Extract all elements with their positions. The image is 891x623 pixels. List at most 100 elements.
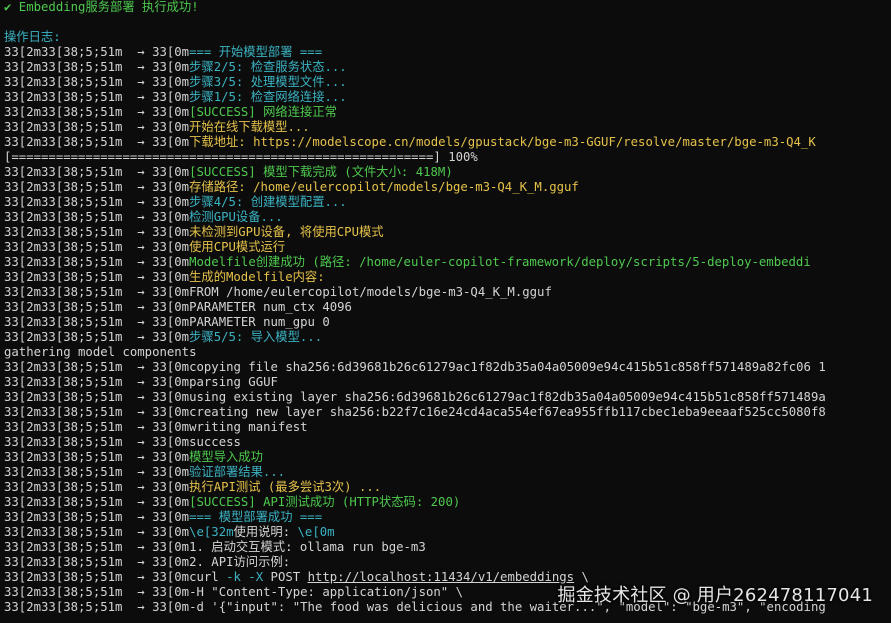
terminal-line: 33[2m33[38;5;51m → 33[0mcopying file sha… [4, 360, 891, 375]
terminal-line: 33[2m33[38;5;51m → 33[0m检测GPU设备... [4, 210, 891, 225]
terminal-line: 33[2m33[38;5;51m → 33[0m[SUCCESS] 网络连接正常 [4, 105, 891, 120]
terminal-text: 33[2m33[38;5;51m → 33[0mPARAMETER num_gp… [4, 315, 330, 329]
terminal-text: 33[2m33[38;5;51m → 33[0m [4, 225, 190, 239]
terminal-line: 33[2m33[38;5;51m → 33[0m=== 开始模型部署 === [4, 45, 891, 60]
terminal-line: 33[2m33[38;5;51m → 33[0m执行API测试 (最多尝试3次)… [4, 480, 891, 495]
terminal-line: 33[2m33[38;5;51m → 33[0m[SUCCESS] API测试成… [4, 495, 891, 510]
terminal-text: === 模型部署成功 === [189, 510, 323, 524]
terminal-text: 33[2m33[38;5;51m → 33[0msuccess [4, 435, 241, 449]
terminal-text: 存储路径: /home/eulercopilot/models/bge-m3-Q… [189, 180, 579, 194]
terminal-text: 33[2m33[38;5;51m → 33[0m [4, 75, 190, 89]
terminal-text: \e[0m [297, 525, 335, 539]
terminal-text: 33[2m33[38;5;51m → 33[0m [4, 120, 190, 134]
terminal-text: 33[2m33[38;5;51m → 33[0m-H "Content-Type… [4, 585, 464, 599]
terminal-text: 33[2m33[38;5;51m → 33[0mFROM /home/euler… [4, 285, 552, 299]
terminal-text: 33[2m33[38;5;51m → 33[0m [4, 450, 190, 464]
terminal-line: [=======================================… [4, 150, 891, 165]
terminal-text: Modelfile创建成功 (路径: /home/euler-copilot-f… [189, 255, 811, 269]
terminal-text: 33[2m33[38;5;51m → 33[0m [4, 210, 190, 224]
terminal-text: 33[2m33[38;5;51m → 33[0m [4, 465, 190, 479]
terminal-text: POST [263, 570, 308, 584]
terminal-line: 33[2m33[38;5;51m → 33[0m步骤2/5: 检查服务状态... [4, 60, 891, 75]
terminal-line: 33[2m33[38;5;51m → 33[0m存储路径: /home/eule… [4, 180, 891, 195]
terminal-text: 33[2m33[38;5;51m → 33[0m [4, 270, 190, 284]
terminal-line: 33[2m33[38;5;51m → 33[0m1. 启动交互模式: ollam… [4, 540, 891, 555]
terminal-text: 验证部署结果... [189, 465, 286, 479]
terminal-line: 33[2m33[38;5;51m → 33[0m生成的Modelfile内容: [4, 270, 891, 285]
terminal-text: 下载地址: https://modelscope.cn/models/gpust… [189, 135, 816, 149]
terminal-text: 33[2m33[38;5;51m → 33[0mcopying file sha… [4, 360, 826, 374]
terminal-text: 33[2m33[38;5;51m → 33[0m [4, 495, 190, 509]
terminal-line: 33[2m33[38;5;51m → 33[0mparsing GGUF [4, 375, 891, 390]
terminal-text: 33[2m33[38;5;51m → 33[0m [4, 195, 190, 209]
terminal-line: 33[2m33[38;5;51m → 33[0m模型导入成功 [4, 450, 891, 465]
terminal-text: 开始在线下载模型... [189, 120, 310, 134]
terminal-line: ✔ Embedding服务部署 执行成功! [4, 0, 891, 15]
terminal-text: 33[2m33[38;5;51m → 33[0m [4, 45, 190, 59]
terminal-line: 33[2m33[38;5;51m → 33[0m步骤3/5: 处理模型文件... [4, 75, 891, 90]
terminal-text: 33[2m33[38;5;51m → 33[0mPARAMETER num_ct… [4, 300, 352, 314]
terminal-text: 步骤3/5: 处理模型文件... [189, 75, 347, 89]
terminal-line: 33[2m33[38;5;51m → 33[0m使用CPU模式运行 [4, 240, 891, 255]
terminal-text: 33[2m33[38;5;51m → 33[0m [4, 525, 190, 539]
terminal-line: 33[2m33[38;5;51m → 33[0mFROM /home/euler… [4, 285, 891, 300]
terminal-line: 33[2m33[38;5;51m → 33[0m未检测到GPU设备, 将使用CP… [4, 225, 891, 240]
terminal-text: 33[2m33[38;5;51m → 33[0m [4, 180, 190, 194]
terminal-text: [SUCCESS] 网络连接正常 [189, 105, 337, 119]
terminal-line: 33[2m33[38;5;51m → 33[0mPARAMETER num_ct… [4, 300, 891, 315]
terminal-text: 33[2m33[38;5;51m → 33[0m [4, 60, 190, 74]
terminal-output[interactable]: ✔ Embedding服务部署 执行成功! 操作日志: 33[2m33[38;5;5… [4, 0, 891, 623]
terminal-text: 执行API测试 (最多尝试3次) ... [189, 480, 382, 494]
terminal-text: [SUCCESS] 模型下载完成 (文件大小: 418M) [189, 165, 453, 179]
terminal-line: 33[2m33[38;5;51m → 33[0mPARAMETER num_gp… [4, 315, 891, 330]
terminal-text: 33[2m33[38;5;51m → 33[0m [4, 330, 190, 344]
terminal-text: 33[2m33[38;5;51m → 33[0m [4, 255, 190, 269]
terminal-text: ✔ Embedding服务部署 执行成功! [4, 0, 199, 14]
terminal-text: 33[2m33[38;5;51m → 33[0mparsing GGUF [4, 375, 278, 389]
terminal-line: 33[2m33[38;5;51m → 33[0m\e[32m使用说明: \e[0… [4, 525, 891, 540]
terminal-text: 未检测到GPU设备, 将使用CPU模式 [189, 225, 384, 239]
terminal-line: 33[2m33[38;5;51m → 33[0m步骤1/5: 检查网络连接... [4, 90, 891, 105]
terminal-text: 33[2m33[38;5;51m → 33[0m [4, 90, 190, 104]
terminal-line: 33[2m33[38;5;51m → 33[0musing existing l… [4, 390, 891, 405]
terminal-line: 33[2m33[38;5;51m → 33[0m验证部署结果... [4, 465, 891, 480]
terminal-text: 33[2m33[38;5;51m → 33[0m [4, 105, 190, 119]
terminal-line: 33[2m33[38;5;51m → 33[0m[SUCCESS] 模型下载完成… [4, 165, 891, 180]
terminal-text: === 开始模型部署 === [189, 45, 323, 59]
terminal-text: 使用CPU模式运行 [189, 240, 286, 254]
terminal-line: 33[2m33[38;5;51m → 33[0m开始在线下载模型... [4, 120, 891, 135]
terminal-text: 33[2m33[38;5;51m → 33[0mcreating new lay… [4, 405, 826, 419]
terminal-line: 33[2m33[38;5;51m → 33[0m下载地址: https://mo… [4, 135, 891, 150]
terminal-text: 33[2m33[38;5;51m → 33[0musing existing l… [4, 390, 826, 404]
terminal-text: 步骤1/5: 检查网络连接... [189, 90, 347, 104]
terminal-link[interactable]: http://localhost:11434/v1/embeddings [308, 570, 575, 584]
terminal-line: 33[2m33[38;5;51m → 33[0mModelfile创建成功 (路… [4, 255, 891, 270]
terminal-text: 步骤5/5: 导入模型... [189, 330, 323, 344]
terminal-text: -k -X [226, 570, 264, 584]
terminal-text: gathering model components [4, 345, 197, 359]
terminal-text: 检测GPU设备... [189, 210, 283, 224]
terminal-text: 生成的Modelfile内容: [189, 270, 325, 284]
terminal-text: [=======================================… [4, 150, 478, 164]
terminal-text: 使用说明: [233, 525, 298, 539]
terminal-line: 33[2m33[38;5;51m → 33[0msuccess [4, 435, 891, 450]
watermark-text: 掘金技术社区 @ 用户262478117041 [557, 585, 873, 606]
terminal-line: 33[2m33[38;5;51m → 33[0m2. API访问示例: [4, 555, 891, 570]
terminal-line: 33[2m33[38;5;51m → 33[0m=== 模型部署成功 === [4, 510, 891, 525]
terminal-line: 33[2m33[38;5;51m → 33[0m步骤4/5: 创建模型配置... [4, 195, 891, 210]
terminal-text: 步骤2/5: 检查服务状态... [189, 60, 347, 74]
terminal-text: 33[2m33[38;5;51m → 33[0mcurl [4, 570, 227, 584]
terminal-text: 33[2m33[38;5;51m → 33[0m [4, 165, 190, 179]
terminal-text: \e[32m [189, 525, 234, 539]
terminal-text: 33[2m33[38;5;51m → 33[0m2. API访问示例: [4, 555, 291, 569]
terminal-line: 33[2m33[38;5;51m → 33[0mcreating new lay… [4, 405, 891, 420]
terminal-text: 33[2m33[38;5;51m → 33[0m [4, 240, 190, 254]
terminal-line: 33[2m33[38;5;51m → 33[0m步骤5/5: 导入模型... [4, 330, 891, 345]
terminal-text: 33[2m33[38;5;51m → 33[0mwriting manifest [4, 420, 308, 434]
terminal-text: 步骤4/5: 创建模型配置... [189, 195, 347, 209]
terminal-text: [SUCCESS] API测试成功 (HTTP状态码: 200) [189, 495, 461, 509]
terminal-text: 33[2m33[38;5;51m → 33[0m [4, 510, 190, 524]
terminal-text: 33[2m33[38;5;51m → 33[0m1. 启动交互模式: ollam… [4, 540, 426, 554]
terminal-text: 操作日志: [4, 30, 61, 44]
